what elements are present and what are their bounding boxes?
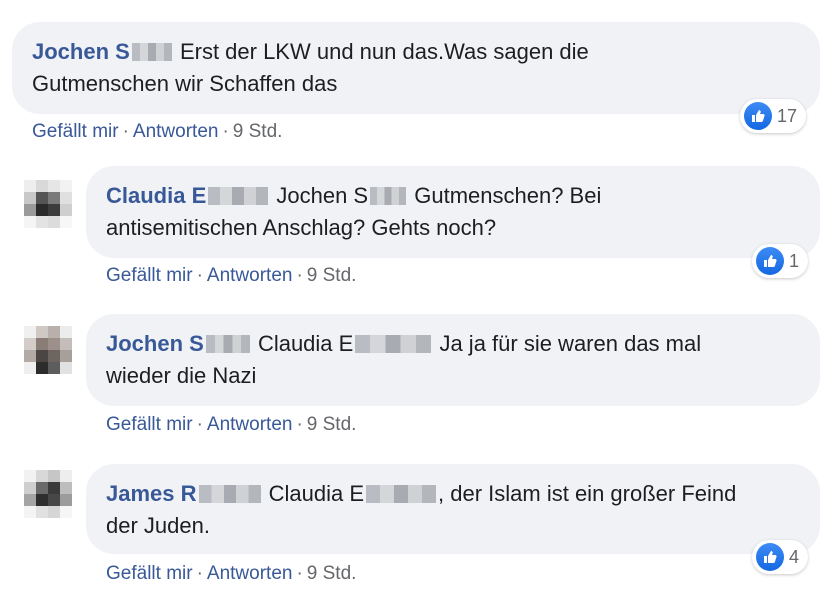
comment-actions: Gefällt mir · Antworten · 9 Std. [106, 563, 356, 585]
separator: · [196, 414, 203, 435]
comment-bubble: James R Claudia E , der Islam ist ein gro… [86, 464, 820, 554]
comment-thread: Jochen S Erst der LKW und nun das.Was sa… [0, 0, 840, 599]
comment-author[interactable]: Jochen S [32, 39, 130, 64]
redacted-name [370, 187, 407, 205]
comment-text-line2: Gutmenschen wir Schaffen das [32, 71, 338, 96]
comment-actions: Gefällt mir · Antworten · 9 Std. [106, 414, 356, 436]
comment-actions: Gefällt mir · Antworten · 9 Std. [32, 121, 282, 143]
comment-text-line2: wieder die Nazi [106, 363, 257, 388]
like-link[interactable]: Gefällt mir [106, 563, 193, 584]
separator: · [296, 265, 303, 286]
separator: · [296, 414, 303, 435]
like-link[interactable]: Gefällt mir [106, 414, 193, 435]
reaction-number: 1 [789, 250, 800, 271]
comment-text: Ja ja für sie waren das mal [439, 331, 702, 356]
reply-link[interactable]: Antworten [207, 265, 293, 286]
comment-bubble: Jochen S Claudia E Ja ja für sie waren d… [86, 314, 820, 406]
reaction-count[interactable]: 17 [740, 99, 807, 133]
separator: · [196, 563, 203, 584]
comment-text: Gutmenschen? Bei [414, 183, 602, 208]
timestamp[interactable]: 9 Std. [307, 265, 357, 286]
like-thumb-icon [756, 543, 784, 571]
like-thumb-icon [744, 102, 772, 130]
comment-author[interactable]: Claudia E [106, 183, 206, 208]
like-link[interactable]: Gefällt mir [106, 265, 193, 286]
mentioned-user[interactable]: Jochen S [276, 183, 368, 208]
redacted-name [198, 485, 261, 503]
comment-text-line2: der Juden. [106, 513, 210, 538]
reply-link[interactable]: Antworten [133, 121, 219, 142]
timestamp[interactable]: 9 Std. [307, 414, 357, 435]
reply-link[interactable]: Antworten [207, 414, 293, 435]
redacted-name [131, 43, 172, 61]
separator: · [122, 121, 129, 142]
comment-author[interactable]: Jochen S [106, 331, 204, 356]
like-thumb-icon [756, 247, 784, 275]
comment-bubble: Claudia E Jochen S Gutmenschen? Bei anti… [86, 166, 820, 258]
redacted-name [208, 187, 269, 205]
comment-author[interactable]: James R [106, 481, 197, 506]
timestamp[interactable]: 9 Std. [233, 121, 283, 142]
mentioned-user[interactable]: Claudia E [269, 481, 364, 506]
comment-text: Erst der LKW und nun das.Was sagen die [179, 39, 589, 64]
reaction-count[interactable]: 1 [752, 244, 809, 278]
separator: · [222, 121, 229, 142]
avatar[interactable] [24, 180, 72, 228]
comment-text: , der Islam ist ein großer Feind [438, 481, 737, 506]
avatar[interactable] [24, 470, 72, 518]
reaction-number: 17 [777, 105, 798, 126]
timestamp[interactable]: 9 Std. [307, 563, 357, 584]
comment-bubble: Jochen S Erst der LKW und nun das.Was sa… [12, 22, 820, 114]
like-link[interactable]: Gefällt mir [32, 121, 119, 142]
redacted-name [205, 335, 250, 353]
avatar[interactable] [24, 326, 72, 374]
mentioned-user[interactable]: Claudia E [258, 331, 353, 356]
separator: · [296, 563, 303, 584]
comment-actions: Gefällt mir · Antworten · 9 Std. [106, 265, 356, 287]
reaction-number: 4 [789, 546, 800, 567]
separator: · [196, 265, 203, 286]
redacted-name [366, 485, 437, 503]
reply-link[interactable]: Antworten [207, 563, 293, 584]
reaction-count[interactable]: 4 [752, 540, 809, 574]
comment-text-line2: antisemitischen Anschlag? Gehts noch? [106, 215, 497, 240]
redacted-name [355, 335, 432, 353]
